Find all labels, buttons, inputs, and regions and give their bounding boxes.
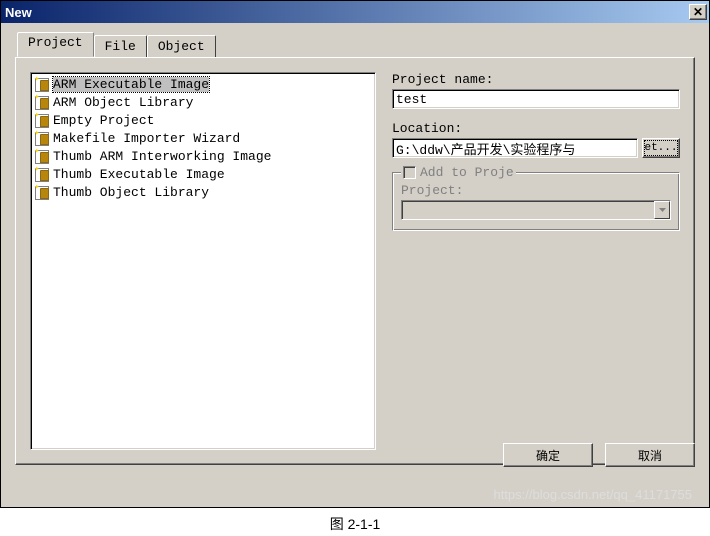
list-item[interactable]: ✦ Makefile Importer Wizard xyxy=(33,129,373,147)
ok-button[interactable]: 确定 xyxy=(503,443,593,467)
project-icon: ✦ xyxy=(35,76,51,92)
project-icon: ✦ xyxy=(35,112,51,128)
list-item[interactable]: ✦ ARM Object Library xyxy=(33,93,373,111)
list-item[interactable]: ✦ Thumb ARM Interworking Image xyxy=(33,147,373,165)
dialog-buttons: 确定 取消 xyxy=(503,443,695,467)
tab-object[interactable]: Object xyxy=(147,35,216,57)
location-label: Location: xyxy=(392,121,680,136)
list-item[interactable]: ✦ ARM Executable Image xyxy=(33,75,373,93)
project-type-list[interactable]: ✦ ARM Executable Image ✦ ARM Object Libr… xyxy=(30,72,376,450)
new-dialog: New ✕ Project File Object ✦ ARM Executab… xyxy=(0,0,710,508)
figure-caption: 图 2-1-1 xyxy=(0,514,710,534)
project-icon: ✦ xyxy=(35,94,51,110)
project-icon: ✦ xyxy=(35,148,51,164)
project-name-label: Project name: xyxy=(392,72,680,87)
add-to-project-group: Add to Proje Project: xyxy=(392,172,680,231)
add-to-project-checkbox xyxy=(403,166,416,179)
tab-file[interactable]: File xyxy=(94,35,147,57)
project-icon: ✦ xyxy=(35,184,51,200)
project-select-label: Project: xyxy=(401,183,671,198)
groupbox-title: Add to Proje xyxy=(401,165,516,180)
location-input[interactable] xyxy=(392,138,638,158)
titlebar: New ✕ xyxy=(1,1,709,23)
tab-project[interactable]: Project xyxy=(17,32,94,57)
chevron-down-icon xyxy=(654,201,670,219)
dialog-content: Project File Object ✦ ARM Executable Ima… xyxy=(1,23,709,479)
window-title: New xyxy=(5,5,689,20)
list-item[interactable]: ✦ Thumb Object Library xyxy=(33,183,373,201)
tab-strip: Project File Object xyxy=(17,33,695,57)
list-item[interactable]: ✦ Empty Project xyxy=(33,111,373,129)
close-icon[interactable]: ✕ xyxy=(689,4,707,20)
list-item[interactable]: ✦ Thumb Executable Image xyxy=(33,165,373,183)
cancel-button[interactable]: 取消 xyxy=(605,443,695,467)
tab-panel: ✦ ARM Executable Image ✦ ARM Object Libr… xyxy=(15,57,695,465)
browse-button[interactable]: et... xyxy=(642,138,680,158)
right-column: Project name: Location: et... Add to Pro… xyxy=(392,72,680,450)
project-name-input[interactable] xyxy=(392,89,680,109)
project-select-combo xyxy=(401,200,671,220)
project-icon: ✦ xyxy=(35,130,51,146)
project-icon: ✦ xyxy=(35,166,51,182)
